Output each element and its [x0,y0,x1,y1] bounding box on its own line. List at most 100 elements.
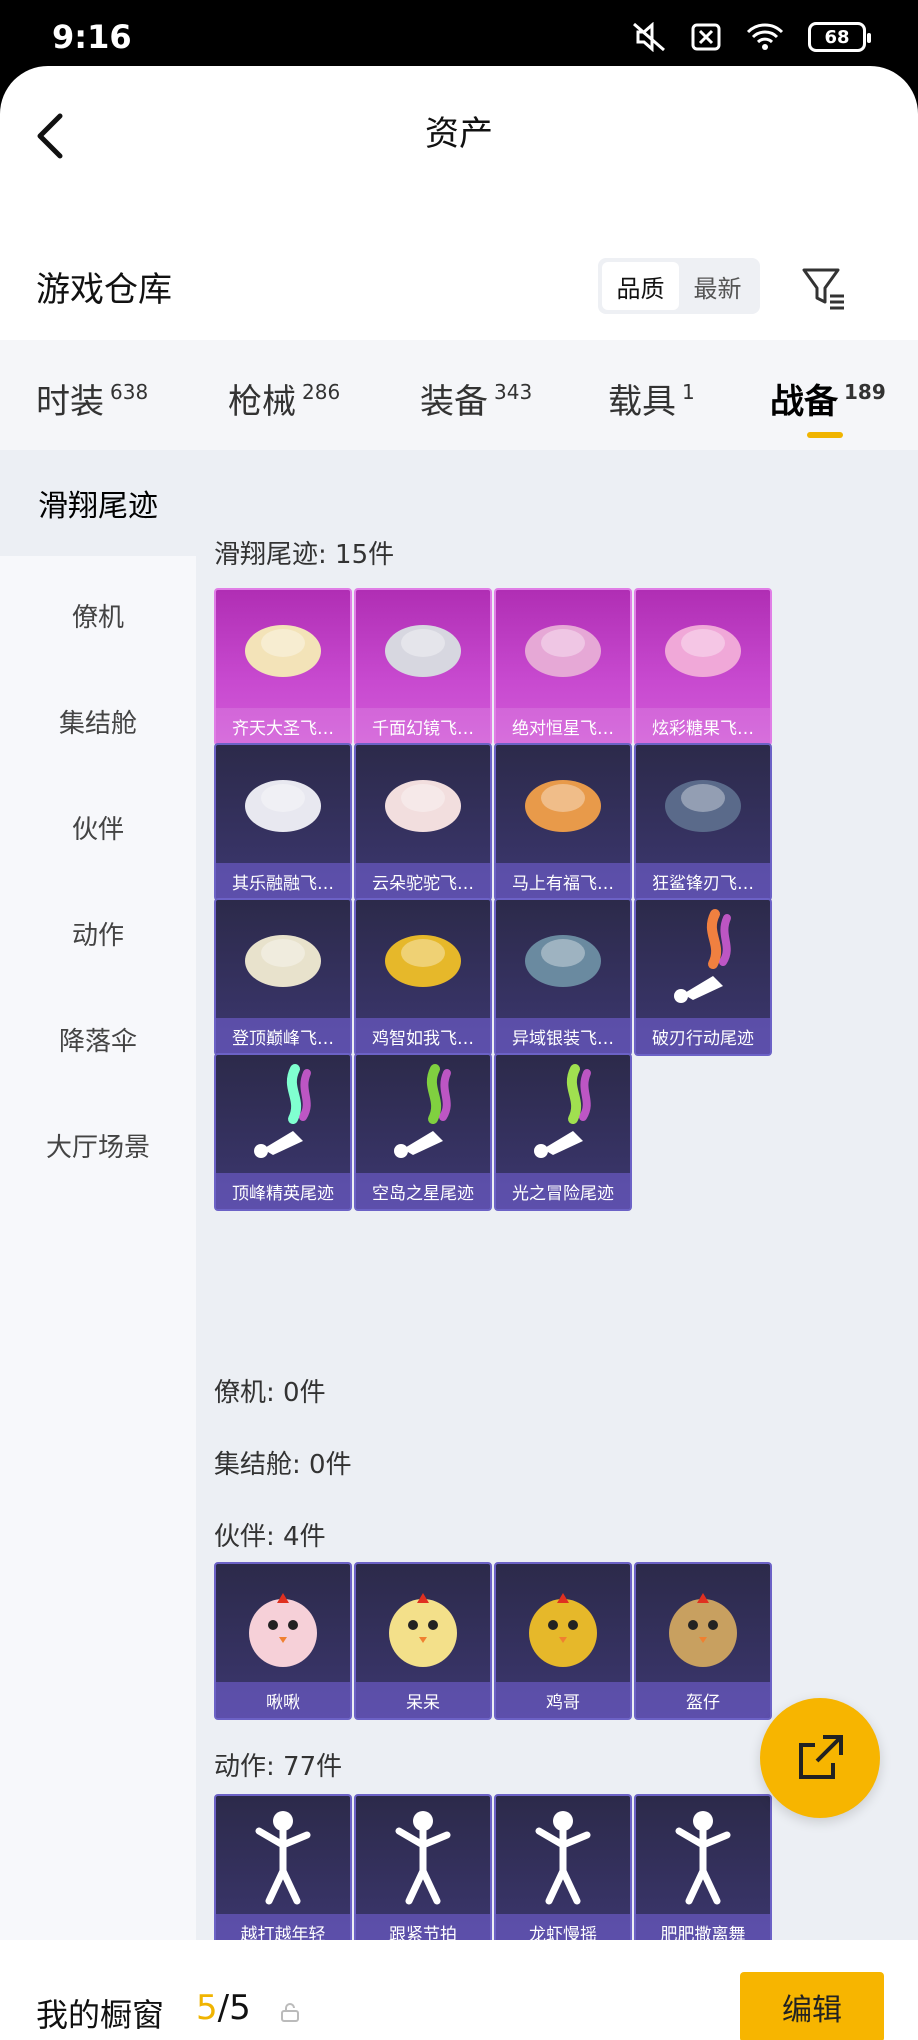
glide-item-label: 绝对恒星飞… [496,708,630,744]
glide-item-card[interactable]: 炫彩糖果飞… [634,588,772,746]
sort-toggle: 品质 最新 [598,258,760,314]
glide-item-label: 马上有福飞… [496,863,630,899]
top-bar: 资产 [0,66,918,196]
emote-item-image [496,1796,630,1914]
glide-item-label: 炫彩糖果飞… [636,708,770,744]
glide-item-card[interactable]: 登顶巅峰飞… [214,898,352,1056]
category-tabs: 时装 638 枪械 286 装备 343 载具 1 战备 189 [0,340,918,450]
emote-item-label: 龙虾慢摇 [496,1914,630,1940]
lock-icon [281,2003,299,2022]
emote-item-card[interactable]: 肥肥撒离舞 [634,1794,772,1940]
partner-item-image [216,1564,350,1682]
sort-newest-button[interactable]: 最新 [679,262,756,310]
tab-fashion[interactable]: 时装 638 [36,374,148,423]
glide-item-card[interactable]: 光之冒险尾迹 [494,1053,632,1211]
partner-item-card[interactable]: 呆呆 [354,1562,492,1720]
glide-item-label: 其乐融融飞… [216,863,350,899]
glide-item-image [356,590,490,708]
page-title: 资产 [425,114,493,154]
glide-item-label: 光之冒险尾迹 [496,1173,630,1209]
glide-item-label: 空岛之星尾迹 [356,1173,490,1209]
glide-item-label: 云朵驼驼飞… [356,863,490,899]
glide-item-card[interactable]: 狂鲨锋刃飞… [634,743,772,901]
partner-item-label: 啾啾 [216,1682,350,1718]
category-sidebar: 滑翔尾迹 僚机 集结舱 伙伴 动作 降落伞 大厅场景 [0,450,196,1940]
glide-item-label: 齐天大圣飞… [216,708,350,744]
emote-item-label: 跟紧节拍 [356,1914,490,1940]
emote-item-label: 越打越年轻 [216,1914,350,1940]
section-title-glide: 滑翔尾迹: 15件 [214,540,395,570]
emote-item-image [216,1796,350,1914]
glide-item-image [636,900,770,1018]
sim-off-icon [691,23,721,51]
status-icons: 68 [632,22,871,52]
section-title-partner: 伙伴: 4件 [214,1522,326,1552]
emote-item-image [356,1796,490,1914]
tab-equipment[interactable]: 装备 343 [420,374,532,423]
emote-item-card[interactable]: 越打越年轻 [214,1794,352,1940]
glide-item-label: 异域银装飞… [496,1018,630,1054]
glide-item-card[interactable]: 云朵驼驼飞… [354,743,492,901]
partner-item-card[interactable]: 啾啾 [214,1562,352,1720]
glide-item-card[interactable]: 马上有福飞… [494,743,632,901]
sort-quality-button[interactable]: 品质 [602,262,679,310]
glide-item-card[interactable]: 鸡智如我飞… [354,898,492,1056]
emote-item-card[interactable]: 跟紧节拍 [354,1794,492,1940]
sidebar-item-parachute[interactable]: 降落伞 [0,986,196,1092]
wifi-icon [746,23,784,50]
glide-item-card[interactable]: 空岛之星尾迹 [354,1053,492,1211]
edit-button[interactable]: 编辑 [740,1972,884,2040]
glide-item-image [636,745,770,863]
glide-item-card[interactable]: 异域银装飞… [494,898,632,1056]
glide-item-card[interactable]: 其乐融融飞… [214,743,352,901]
tab-readiness[interactable]: 战备 189 [770,374,886,423]
glide-item-card[interactable]: 破刃行动尾迹 [634,898,772,1056]
sidebar-item-pod[interactable]: 集结舱 [0,668,196,774]
glide-item-label: 鸡智如我飞… [356,1018,490,1054]
glide-item-card[interactable]: 顶峰精英尾迹 [214,1053,352,1211]
status-time: 9:16 [52,18,132,56]
showcase-count: 5/5 [196,1988,251,2028]
glide-item-label: 登顶巅峰飞… [216,1018,350,1054]
partner-item-card[interactable]: 盔仔 [634,1562,772,1720]
glide-item-image [496,590,630,708]
glide-item-image [216,900,350,1018]
partner-item-image [496,1564,630,1682]
sidebar-item-emote[interactable]: 动作 [0,880,196,986]
partner-item-label: 呆呆 [356,1682,490,1718]
filter-icon[interactable] [800,264,848,312]
showcase-label: 我的橱窗 [36,1996,165,2034]
glide-item-image [216,745,350,863]
tab-guns[interactable]: 枪械 286 [228,374,340,423]
emote-item-card[interactable]: 龙虾慢摇 [494,1794,632,1940]
glide-item-image [496,745,630,863]
sidebar-item-glide[interactable]: 滑翔尾迹 [0,450,196,556]
warehouse-title: 游戏仓库 [36,270,172,310]
glide-item-card[interactable]: 绝对恒星飞… [494,588,632,746]
glide-item-image [356,1055,490,1173]
glide-item-image [496,900,630,1018]
sidebar-item-partner[interactable]: 伙伴 [0,774,196,880]
sidebar-item-wingman[interactable]: 僚机 [0,562,196,668]
glide-item-card[interactable]: 千面幻镜飞… [354,588,492,746]
glide-item-label: 千面幻镜飞… [356,708,490,744]
sidebar-item-lobby[interactable]: 大厅场景 [0,1092,196,1198]
glide-item-image [356,745,490,863]
glide-item-image [216,1055,350,1173]
status-bar: 9:16 68 [0,0,918,66]
mute-icon [633,22,665,52]
glide-item-image [636,590,770,708]
emote-item-label: 肥肥撒离舞 [636,1914,770,1940]
section-title-pod: 集结舱: 0件 [214,1450,352,1480]
partner-item-image [636,1564,770,1682]
tab-vehicles[interactable]: 载具 1 [608,374,695,423]
glide-item-card[interactable]: 齐天大圣飞… [214,588,352,746]
glide-item-label: 破刃行动尾迹 [636,1018,770,1054]
section-title-emote: 动作: 77件 [214,1752,343,1782]
partner-item-label: 鸡哥 [496,1682,630,1718]
showcase-bar: 我的橱窗 5/5 编辑 [0,1946,918,2040]
glide-item-label: 顶峰精英尾迹 [216,1173,350,1209]
partner-item-card[interactable]: 鸡哥 [494,1562,632,1720]
assets-page: 资产 游戏仓库 品质 最新 时装 638 枪械 286 装备 343 载具 1 战备 18… [0,66,918,2040]
share-button[interactable] [760,1698,880,1818]
